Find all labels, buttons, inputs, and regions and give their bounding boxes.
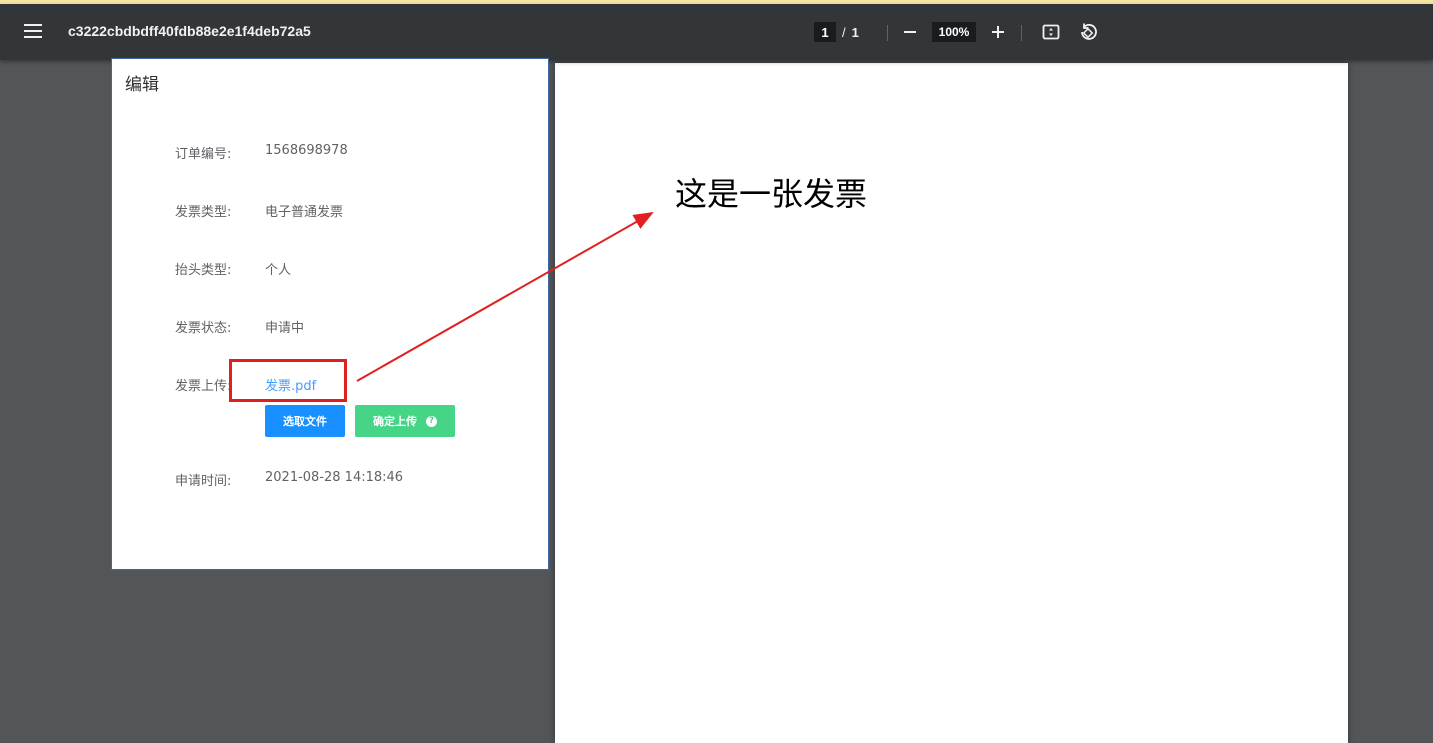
confirm-upload-button[interactable]: 确定上传 ?	[355, 405, 455, 437]
zoom-out-button[interactable]	[900, 22, 920, 42]
toolbar-divider	[1021, 25, 1022, 41]
fit-page-button[interactable]	[1041, 22, 1061, 42]
zoom-in-icon	[992, 26, 1004, 38]
pdf-toolbar: c3222cbdbdff40fdb88e2e1f4deb72a5 / 1	[0, 4, 1433, 60]
field-label: 发票上传:	[175, 379, 232, 394]
title-type-row: 抬头类型: 个人	[112, 259, 550, 279]
field-label: 发票状态:	[175, 321, 232, 336]
select-file-button[interactable]: 选取文件	[265, 405, 345, 437]
pdf-page-text: 这是一张发票	[675, 175, 868, 213]
field-label: 抬头类型:	[175, 263, 232, 278]
field-label: 发票类型:	[175, 205, 232, 220]
zoom-level-input[interactable]	[932, 22, 976, 42]
dialog-title: 编辑	[125, 75, 159, 95]
pdf-page: 这是一张发票	[555, 63, 1348, 743]
invoice-type-row: 发票类型: 电子普通发票	[112, 201, 550, 221]
invoice-type-value: 电子普通发票	[265, 205, 344, 220]
apply-time-value: 2021-08-28 14:18:46	[265, 470, 404, 485]
question-circle-icon: ?	[426, 415, 437, 427]
apply-time-row: 申请时间: 2021-08-28 14:18:46	[112, 470, 550, 490]
invoice-status-row: 发票状态: 申请中	[112, 317, 550, 337]
uploaded-file-link[interactable]: 发票.pdf	[265, 375, 316, 394]
confirm-upload-label: 确定上传	[373, 415, 417, 428]
zoom-in-button[interactable]	[988, 22, 1008, 42]
order-number-value: 1568698978	[265, 143, 348, 158]
toolbar-divider	[887, 25, 888, 41]
page-separator: /	[842, 24, 846, 40]
fit-page-icon	[1042, 24, 1060, 40]
page-total: 1	[851, 24, 859, 40]
title-type-value: 个人	[265, 263, 292, 278]
rotate-button[interactable]	[1078, 22, 1098, 42]
zoom-out-icon	[904, 31, 916, 33]
menu-icon[interactable]	[24, 24, 42, 38]
invoice-upload-row: 发票上传: 发票.pdf	[112, 375, 550, 395]
order-number-row: 订单编号: 1568698978	[112, 143, 550, 163]
edit-dialog: 编辑 订单编号: 1568698978 发票类型: 电子普通发票 抬头类型: 个…	[111, 58, 549, 570]
field-label: 申请时间:	[175, 474, 232, 489]
field-label: 订单编号:	[175, 147, 232, 162]
invoice-status-value: 申请中	[265, 321, 305, 336]
page-number-input[interactable]	[814, 22, 836, 42]
page-navigator: / 1	[814, 21, 859, 43]
rotate-icon	[1081, 23, 1097, 40]
document-title: c3222cbdbdff40fdb88e2e1f4deb72a5	[68, 23, 311, 39]
select-file-label: 选取文件	[283, 415, 327, 428]
